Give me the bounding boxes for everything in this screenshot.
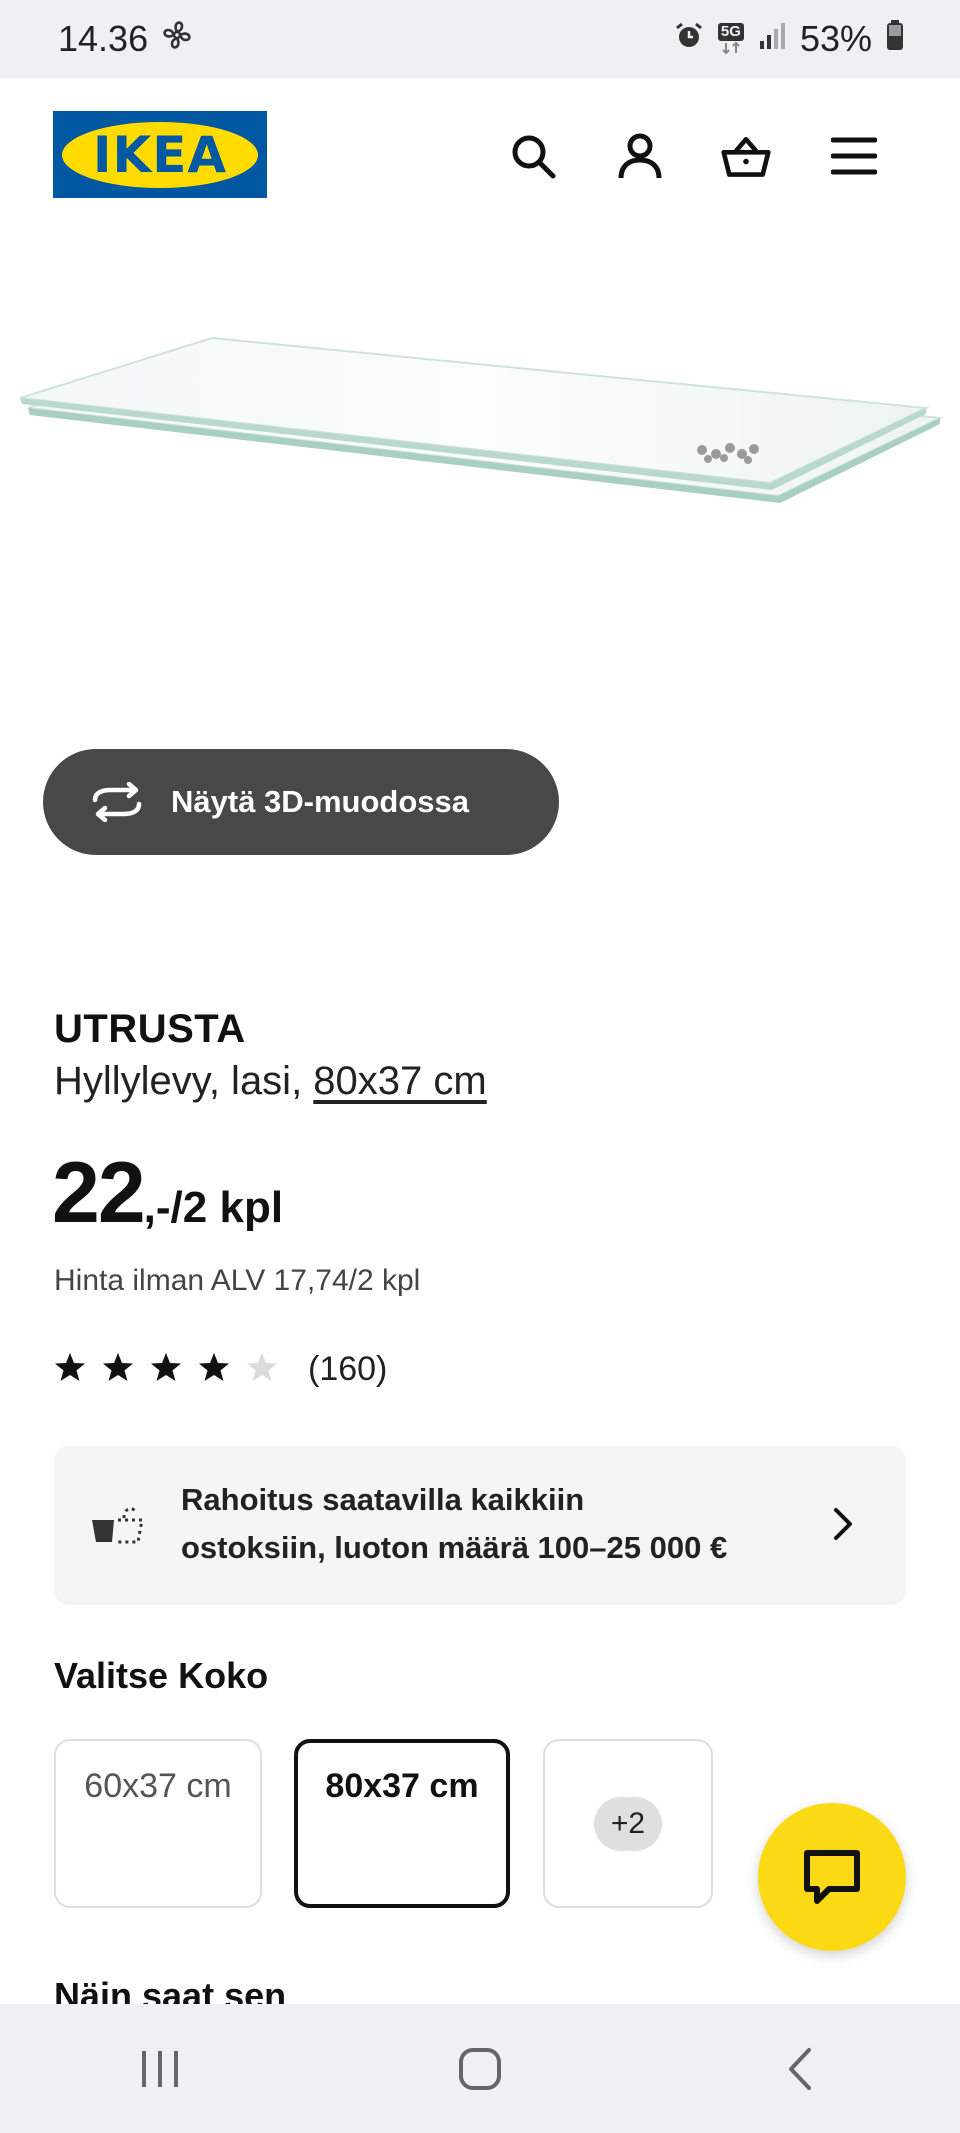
back-button[interactable] (740, 2029, 860, 2109)
star-empty-icon (246, 1351, 278, 1388)
recent-apps-button[interactable] (100, 2029, 220, 2109)
financing-line-1: Rahoitus saatavilla kaikkiin (181, 1482, 585, 1517)
rating-stars (54, 1351, 278, 1388)
view-3d-label: Näytä 3D-muodossa (171, 784, 470, 819)
product-image[interactable] (0, 228, 960, 728)
signal-icon (758, 18, 786, 60)
financing-banner[interactable]: Rahoitus saatavilla kaikkiin ostoksiin, … (54, 1446, 906, 1605)
logo-text: IKEA (62, 121, 258, 188)
star-filled-icon (54, 1351, 86, 1388)
product-rating[interactable]: (160) (54, 1350, 387, 1389)
star-filled-icon (150, 1351, 182, 1388)
battery-percent: 53% (799, 18, 872, 59)
chat-icon (804, 1850, 860, 1904)
home-icon (459, 2047, 501, 2090)
more-sizes-badge: +2 (594, 1796, 662, 1851)
size-option-label: 80x37 cm (325, 1767, 479, 1805)
size-option-60x37[interactable]: 60x37 cm (54, 1739, 262, 1908)
back-icon (789, 2047, 811, 2090)
home-button[interactable] (420, 2029, 540, 2109)
size-selector-title: Valitse Koko (54, 1655, 269, 1696)
price-suffix: ,-/2 kpl (143, 1183, 284, 1232)
network-5g-icon: 5G (717, 23, 744, 55)
site-header: IKEA (0, 78, 960, 228)
menu-icon[interactable] (828, 130, 880, 182)
chevron-right-icon (832, 1506, 854, 1547)
system-nav-bar (0, 2004, 960, 2133)
shopping-basket-icon[interactable] (720, 130, 772, 182)
product-description: Hyllylevy, lasi, 80x37 cm (54, 1059, 487, 1104)
account-icon[interactable] (614, 130, 666, 182)
price-integer: 22 (52, 1145, 146, 1241)
price-without-vat: Hinta ilman ALV 17,74/2 kpl (54, 1264, 421, 1297)
financing-text: Rahoitus saatavilla kaikkiin ostoksiin, … (181, 1476, 801, 1572)
rotate-3d-icon (92, 782, 142, 822)
financing-line-2: ostoksiin, luoton määrä 100–25 000 € (181, 1530, 728, 1565)
ikea-logo[interactable]: IKEA (53, 111, 267, 198)
status-bar: 14.36 5G 53% (0, 0, 960, 78)
size-option-80x37[interactable]: 80x37 cm (294, 1739, 510, 1908)
chat-button[interactable] (758, 1803, 906, 1951)
installment-icon (90, 1502, 146, 1551)
status-time: 14.36 (58, 18, 149, 59)
product-name: UTRUSTA (54, 1007, 246, 1051)
product-price: 22 ,-/2 kpl (52, 1150, 283, 1236)
recent-apps-icon (142, 2050, 178, 2087)
view-3d-button[interactable]: Näytä 3D-muodossa (43, 749, 559, 855)
star-filled-icon (198, 1351, 230, 1388)
product-type: Hyllylevy, lasi, (54, 1059, 314, 1103)
alarm-icon (674, 18, 704, 60)
fan-icon (160, 18, 194, 61)
star-filled-icon (102, 1351, 134, 1388)
rating-count: (160) (308, 1350, 388, 1388)
battery-icon (886, 18, 904, 60)
search-icon[interactable] (507, 130, 559, 182)
product-size-link[interactable]: 80x37 cm (313, 1059, 486, 1103)
size-option-more[interactable]: +2 (543, 1739, 713, 1908)
size-option-label: 60x37 cm (84, 1767, 232, 1805)
